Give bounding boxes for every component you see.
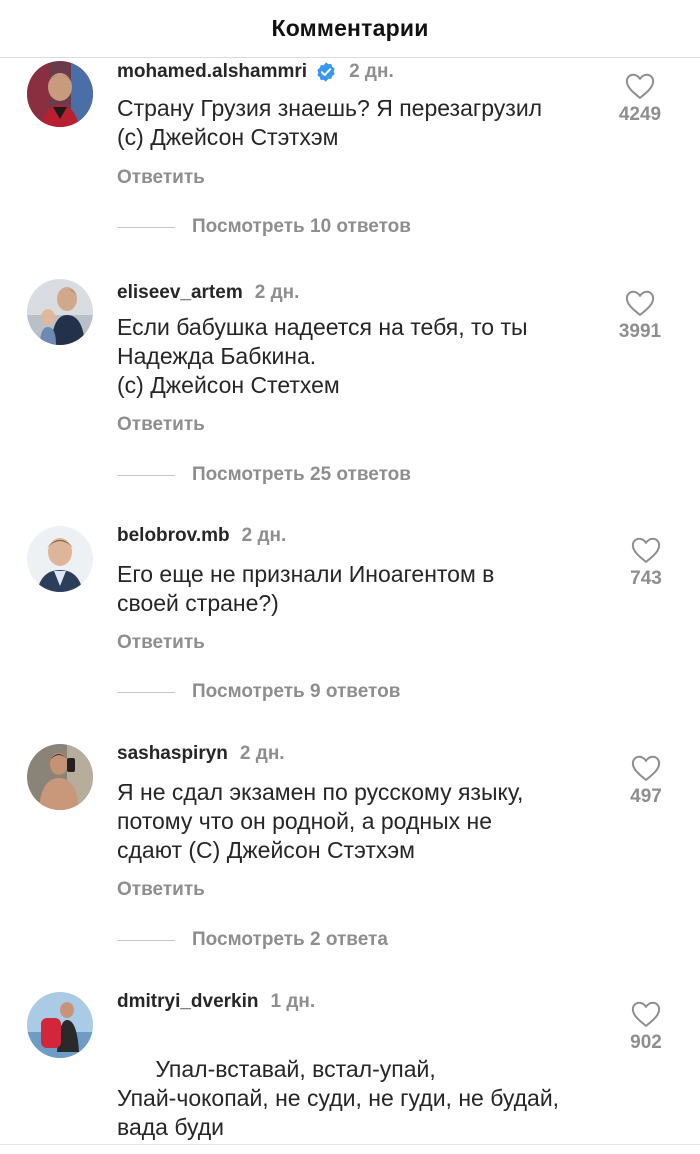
comment-meta: belobrov.mb 2 дн. bbox=[117, 522, 286, 550]
username[interactable]: belobrov.mb bbox=[117, 525, 230, 547]
like-count: 743 bbox=[630, 568, 662, 589]
comment-meta: dmitryi_dverkin 1 дн. bbox=[117, 988, 315, 1016]
heart-icon[interactable] bbox=[631, 536, 661, 564]
avatar[interactable] bbox=[27, 61, 93, 127]
comment-text: Страну Грузия знаешь? Я перезагрузил (с)… bbox=[117, 95, 543, 150]
avatar[interactable] bbox=[27, 992, 93, 1058]
username[interactable]: mohamed.alshammri bbox=[117, 61, 307, 83]
avatar[interactable] bbox=[27, 279, 93, 345]
reply-button[interactable]: Ответить bbox=[117, 879, 205, 901]
comment-meta: mohamed.alshammri 2 дн. bbox=[117, 58, 394, 86]
view-replies-button[interactable]: Посмотреть 10 ответов bbox=[117, 216, 411, 238]
avatar[interactable] bbox=[27, 526, 93, 592]
comment-time: 2 дн. bbox=[254, 282, 300, 303]
like-button[interactable]: 743 bbox=[616, 536, 676, 590]
comment-item: sashaspiryn 2 дн. Я не сдал экзамен по р… bbox=[0, 743, 700, 964]
reply-button[interactable]: Ответить bbox=[117, 632, 205, 654]
like-count: 4249 bbox=[618, 104, 662, 125]
bottom-divider bbox=[0, 1144, 700, 1154]
verified-badge-icon bbox=[315, 61, 337, 83]
like-button[interactable]: 3991 bbox=[610, 289, 670, 343]
view-replies-label: Посмотреть 9 ответов bbox=[192, 681, 401, 702]
divider-line bbox=[117, 474, 175, 476]
reply-button[interactable]: Ответить bbox=[117, 167, 205, 189]
comment-meta: eliseev_artem 2 дн. bbox=[117, 279, 299, 307]
comment-text-body: Упал-вставай, встал-упай, Упай-чокопай, … bbox=[117, 1056, 560, 1140]
comment-text: Упал-вставай, встал-упай, Упай-чокопай, … bbox=[117, 1026, 637, 1144]
heart-icon[interactable] bbox=[625, 289, 655, 317]
comment-time: 2 дн. bbox=[349, 61, 394, 82]
like-count: 902 bbox=[630, 1032, 662, 1053]
comment-item: eliseev_artem 2 дн. Если бабушка надеетс… bbox=[0, 279, 700, 519]
avatar[interactable] bbox=[27, 744, 93, 810]
comment-text: Его еще не признали Иноагентом в своей с… bbox=[117, 561, 495, 616]
username[interactable]: sashaspiryn bbox=[117, 743, 228, 765]
comment-time: 2 дн. bbox=[239, 743, 285, 764]
reply-button[interactable]: Ответить bbox=[117, 414, 205, 436]
comment-item: dmitryi_dverkin 1 дн. Упал-вставай, вста… bbox=[0, 991, 700, 1144]
view-replies-label: Посмотреть 25 ответов bbox=[192, 464, 411, 485]
comments-header: Комментарии bbox=[0, 0, 700, 58]
comment-text: Если бабушка надеется на тебя, то ты Над… bbox=[117, 314, 528, 398]
like-button[interactable]: 4249 bbox=[610, 72, 670, 126]
divider-line bbox=[117, 691, 175, 693]
like-count: 3991 bbox=[618, 321, 662, 342]
username[interactable]: eliseev_artem bbox=[117, 282, 243, 304]
view-replies-button[interactable]: Посмотреть 25 ответов bbox=[117, 464, 411, 486]
like-button[interactable]: 497 bbox=[616, 754, 676, 808]
heart-icon[interactable] bbox=[625, 72, 655, 100]
heart-icon[interactable] bbox=[631, 754, 661, 782]
comment-item: mohamed.alshammri 2 дн. Страну Грузия зн… bbox=[0, 58, 700, 268]
view-replies-button[interactable]: Посмотреть 2 ответа bbox=[117, 929, 388, 951]
like-button[interactable]: 902 bbox=[616, 1000, 676, 1054]
comments-list[interactable]: mohamed.alshammri 2 дн. Страну Грузия зн… bbox=[0, 58, 700, 1144]
comment-text: Я не сдал экзамен по русскому языку, пот… bbox=[117, 779, 524, 863]
comment-item: belobrov.mb 2 дн. Его еще не признали Ин… bbox=[0, 525, 700, 726]
view-replies-button[interactable]: Посмотреть 9 ответов bbox=[117, 681, 400, 703]
comment-time: 2 дн. bbox=[241, 525, 287, 546]
divider-line bbox=[117, 939, 175, 941]
heart-icon[interactable] bbox=[631, 1000, 661, 1028]
username[interactable]: dmitryi_dverkin bbox=[117, 991, 259, 1013]
comment-meta: sashaspiryn 2 дн. bbox=[117, 740, 285, 768]
view-replies-label: Посмотреть 2 ответа bbox=[192, 929, 388, 950]
divider-line bbox=[117, 226, 175, 228]
page-title: Комментарии bbox=[271, 15, 429, 41]
comment-time: 1 дн. bbox=[270, 991, 316, 1012]
like-count: 497 bbox=[630, 786, 662, 807]
view-replies-label: Посмотреть 10 ответов bbox=[192, 216, 411, 237]
